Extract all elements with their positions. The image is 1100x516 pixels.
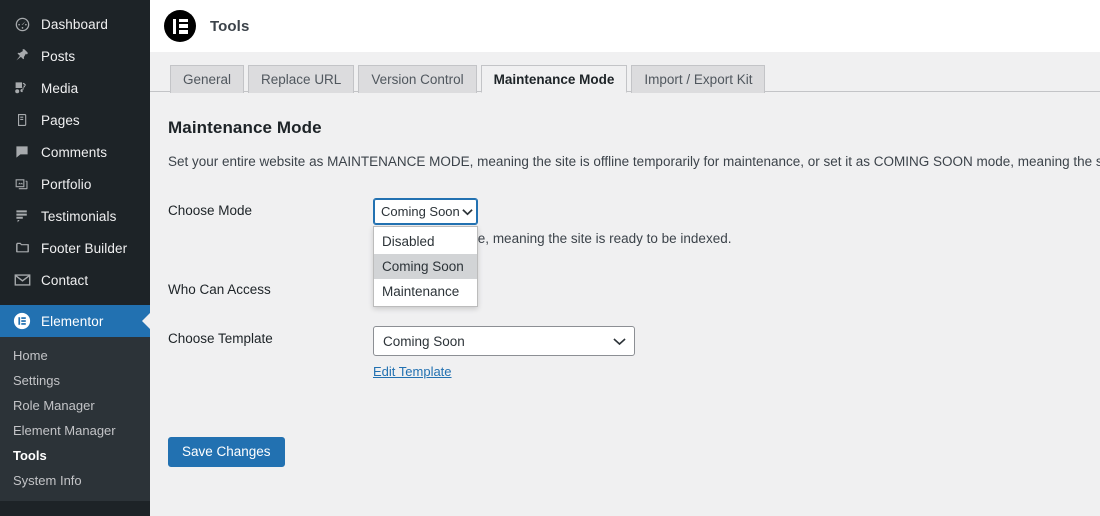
settings-form: Maintenance Mode Set your entire website… bbox=[150, 92, 1100, 381]
sidebar-item-label: Footer Builder bbox=[41, 240, 128, 256]
sidebar-item-contact[interactable]: Contact bbox=[0, 264, 150, 296]
sidebar-item-label: Contact bbox=[41, 272, 89, 288]
tab-import-export-kit[interactable]: Import / Export Kit bbox=[631, 65, 766, 93]
tab-maintenance-mode[interactable]: Maintenance Mode bbox=[480, 65, 628, 93]
pages-icon bbox=[11, 110, 33, 130]
sidebar-item-label: Posts bbox=[41, 48, 76, 64]
content-area: Tools General Replace URL Version Contro… bbox=[150, 0, 1100, 516]
sidebar-item-portfolio[interactable]: Portfolio bbox=[0, 168, 150, 200]
who-can-access-label: Who Can Access bbox=[168, 282, 271, 298]
choose-template-control: Coming Soon Edit Template bbox=[373, 326, 635, 381]
chevron-down-icon bbox=[613, 337, 626, 346]
sidebar-item-label: Comments bbox=[41, 144, 108, 160]
choose-mode-value: Coming Soon bbox=[381, 204, 460, 220]
sidebar-item-pages[interactable]: Pages bbox=[0, 104, 150, 136]
admin-sidebar: Dashboard Posts Media Pages Comments Por… bbox=[0, 0, 150, 516]
submenu-item-element-manager[interactable]: Element Manager bbox=[0, 418, 150, 443]
admin-screen: Dashboard Posts Media Pages Comments Por… bbox=[0, 0, 1100, 516]
section-description: Set your entire website as MAINTENANCE M… bbox=[168, 154, 1100, 169]
envelope-icon bbox=[11, 270, 33, 290]
pin-icon bbox=[11, 46, 33, 66]
sidebar-item-comments[interactable]: Comments bbox=[0, 136, 150, 168]
sidebar-item-label: Portfolio bbox=[41, 176, 92, 192]
field-who-can-access: Who Can Access bbox=[168, 277, 1100, 297]
page-header: Tools bbox=[150, 0, 1100, 52]
tab-general[interactable]: General bbox=[170, 65, 245, 93]
choose-mode-dropdown[interactable]: Disabled Coming Soon Maintenance bbox=[373, 226, 478, 308]
sidebar-item-label: Testimonials bbox=[41, 208, 117, 224]
comments-icon bbox=[11, 142, 33, 162]
chevron-down-icon bbox=[462, 208, 473, 216]
elementor-logo-icon bbox=[164, 10, 196, 42]
submenu-item-settings[interactable]: Settings bbox=[0, 368, 150, 393]
sidebar-item-elementor[interactable]: Elementor bbox=[0, 305, 150, 337]
field-choose-mode: Choose Mode Coming Soon Disabled Coming … bbox=[168, 198, 1100, 308]
choose-mode-select[interactable]: Coming Soon bbox=[373, 198, 478, 226]
tab-version-control[interactable]: Version Control bbox=[358, 65, 477, 93]
page-title: Tools bbox=[210, 17, 250, 35]
sidebar-item-label: Elementor bbox=[41, 313, 104, 329]
media-icon bbox=[11, 78, 33, 98]
sidebar-item-label: Media bbox=[41, 80, 79, 96]
submenu-item-system-info[interactable]: System Info bbox=[0, 468, 150, 493]
choose-template-value: Coming Soon bbox=[383, 333, 465, 349]
submenu-item-tools[interactable]: Tools bbox=[0, 443, 150, 468]
sidebar-item-footer-builder[interactable]: Footer Builder bbox=[0, 232, 150, 264]
sidebar-item-media[interactable]: Media bbox=[0, 72, 150, 104]
choose-template-label: Choose Template bbox=[168, 331, 273, 347]
sidebar-item-testimonials[interactable]: Testimonials bbox=[0, 200, 150, 232]
dropdown-option-disabled[interactable]: Disabled bbox=[374, 229, 477, 254]
edit-template-link[interactable]: Edit Template bbox=[373, 364, 452, 379]
sidebar-top-strip bbox=[0, 0, 150, 8]
dropdown-option-coming-soon[interactable]: Coming Soon bbox=[374, 254, 477, 280]
sidebar-item-dashboard[interactable]: Dashboard bbox=[0, 8, 150, 40]
folder-icon bbox=[11, 238, 33, 258]
sidebar-item-posts[interactable]: Posts bbox=[0, 40, 150, 72]
field-choose-template: Choose Template Coming Soon Edit Templat… bbox=[168, 326, 1100, 381]
tab-replace-url[interactable]: Replace URL bbox=[248, 65, 355, 93]
save-row: Save Changes bbox=[150, 437, 1100, 468]
portfolio-icon bbox=[11, 174, 33, 194]
tab-bar: General Replace URL Version Control Main… bbox=[150, 52, 1100, 93]
dashboard-icon bbox=[11, 14, 33, 34]
elementor-icon bbox=[11, 311, 33, 331]
choose-template-select[interactable]: Coming Soon bbox=[373, 326, 635, 357]
sidebar-item-label: Pages bbox=[41, 112, 80, 128]
choose-mode-control: Coming Soon Disabled Coming Soon Mainten… bbox=[373, 198, 478, 308]
dropdown-option-maintenance[interactable]: Maintenance bbox=[374, 279, 477, 304]
save-button[interactable]: Save Changes bbox=[168, 437, 285, 468]
section-title: Maintenance Mode bbox=[168, 118, 322, 137]
submenu-item-home[interactable]: Home bbox=[0, 343, 150, 368]
sidebar-item-label: Dashboard bbox=[41, 16, 108, 32]
testimonials-icon bbox=[11, 206, 33, 226]
submenu-item-role-manager[interactable]: Role Manager bbox=[0, 393, 150, 418]
choose-mode-label: Choose Mode bbox=[168, 203, 253, 219]
elementor-submenu: Home Settings Role Manager Element Manag… bbox=[0, 337, 150, 501]
sidebar-separator bbox=[0, 296, 150, 305]
